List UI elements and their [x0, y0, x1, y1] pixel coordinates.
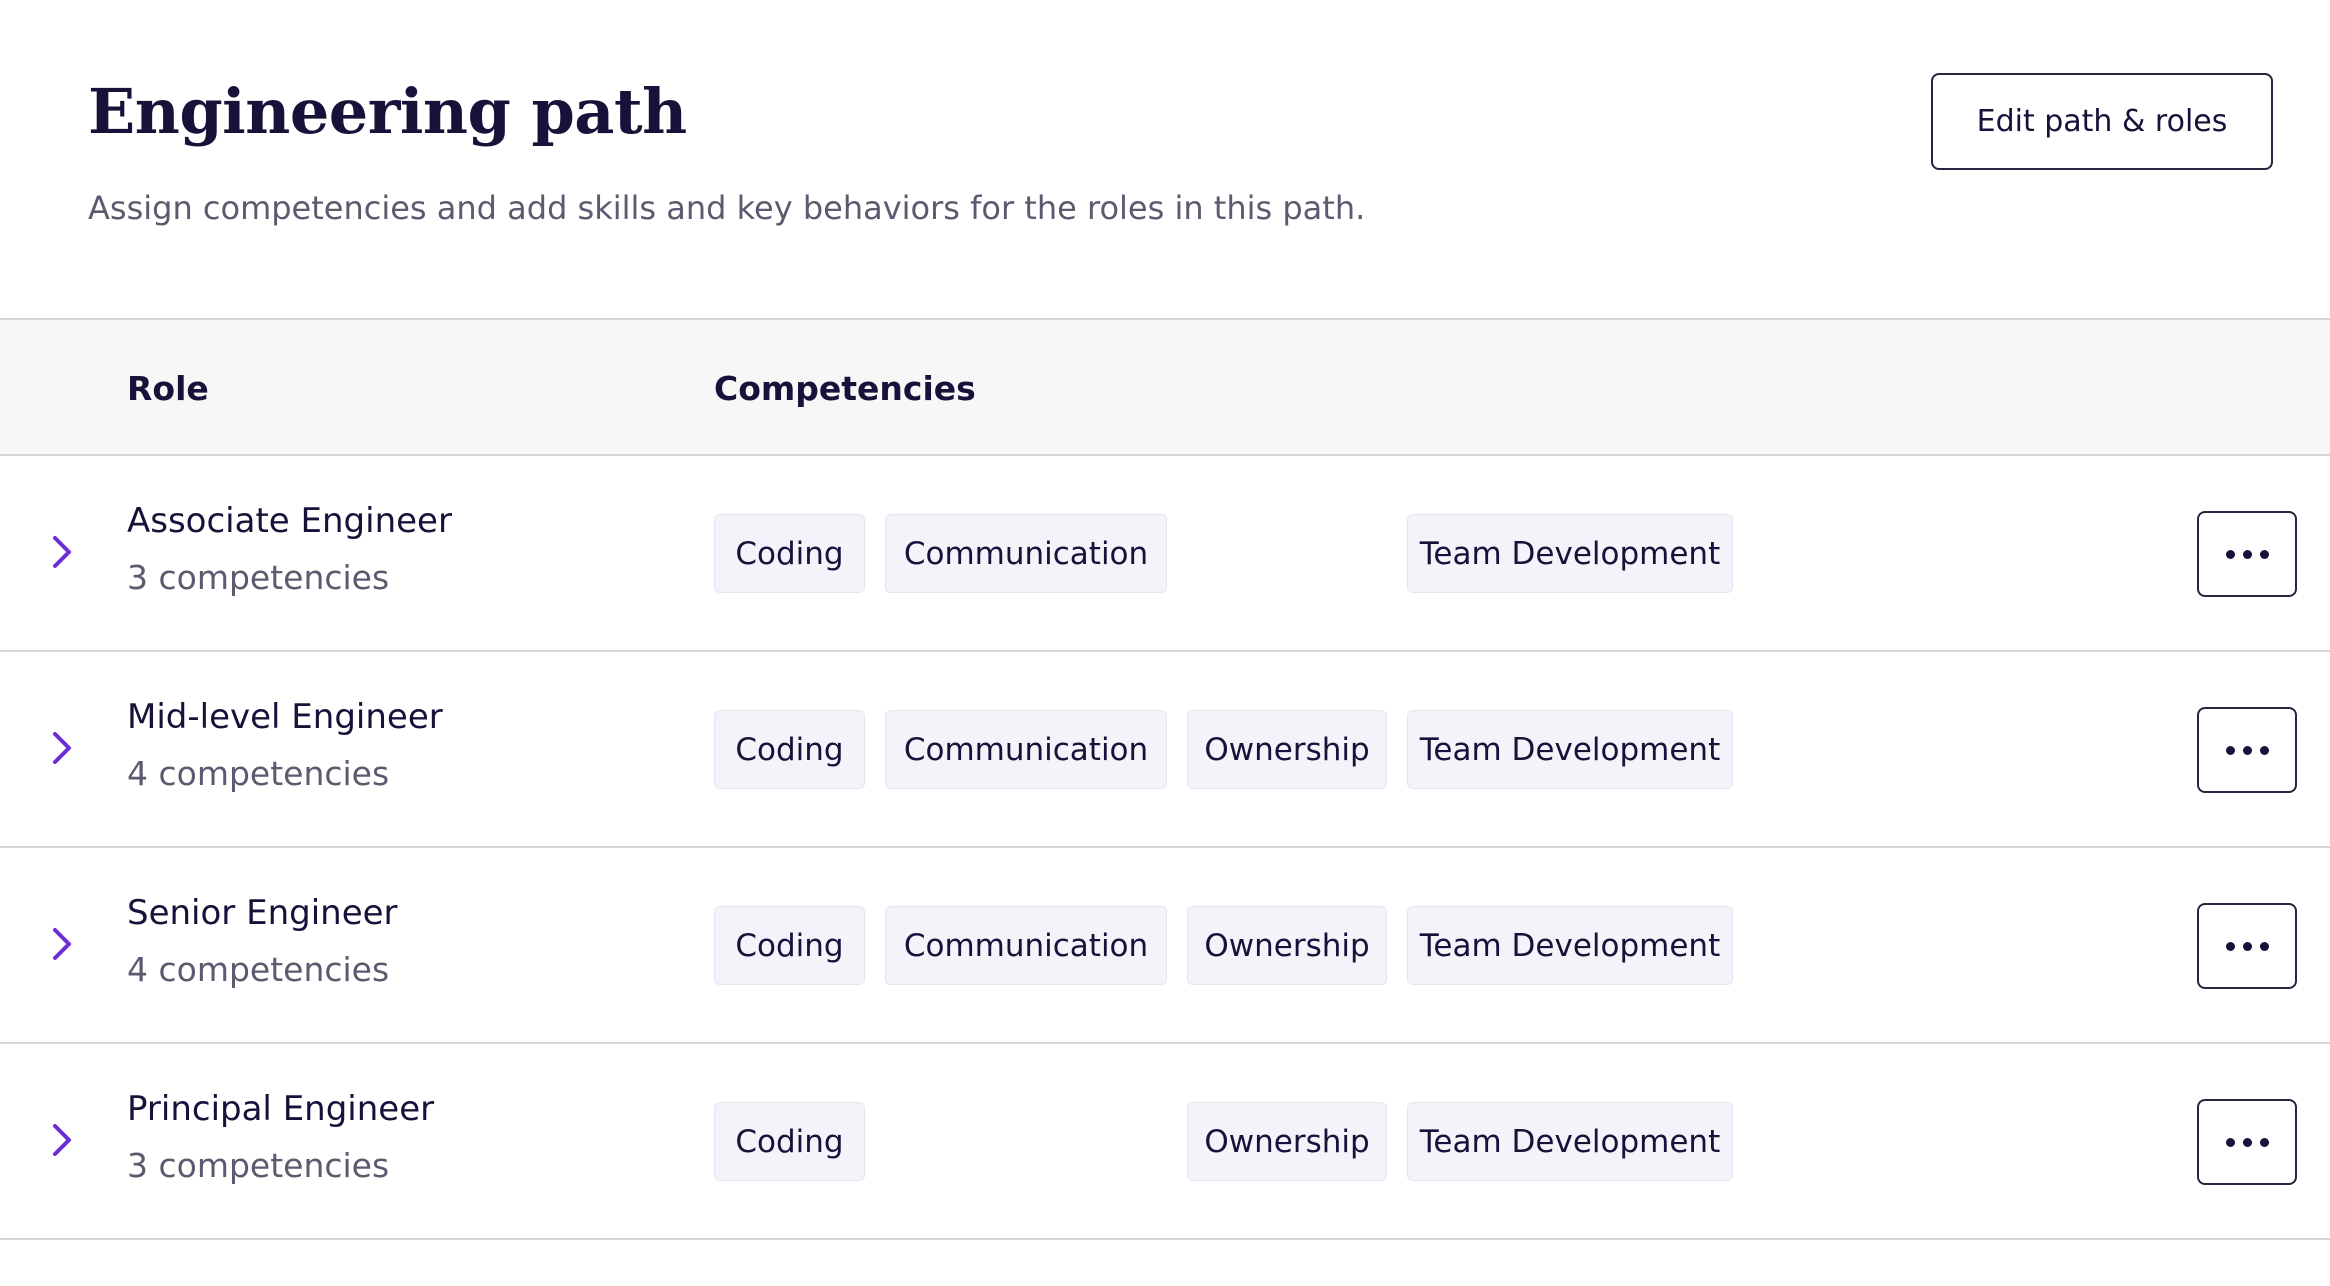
row-more-options-button[interactable]	[2197, 1099, 2297, 1185]
competency-tag-ownership: Ownership	[1187, 906, 1387, 985]
role-name: Associate Engineer	[127, 501, 452, 541]
expand-row-button[interactable]	[44, 1116, 80, 1164]
page-header: Engineering path Assign competencies and…	[0, 0, 2330, 318]
role-name: Principal Engineer	[127, 1089, 435, 1129]
competency-tag-communication: Communication	[885, 710, 1167, 789]
competency-tag-communication: Communication	[885, 514, 1167, 593]
competency-tag-team-development: Team Development	[1407, 1102, 1733, 1181]
table-row: Associate Engineer 3 competencies Coding…	[0, 456, 2330, 652]
competency-tag-coding: Coding	[714, 906, 865, 985]
competency-count: 4 competencies	[127, 950, 390, 989]
competency-tag-ownership: Ownership	[1187, 710, 1387, 789]
competency-tag-team-development: Team Development	[1407, 710, 1733, 789]
expand-row-button[interactable]	[44, 920, 80, 968]
chevron-right-icon	[53, 1124, 71, 1156]
role-name: Mid-level Engineer	[127, 697, 443, 737]
row-more-options-button[interactable]	[2197, 511, 2297, 597]
table-header-row: Role Competencies	[0, 318, 2330, 456]
expand-row-button[interactable]	[44, 724, 80, 772]
expand-row-button[interactable]	[44, 528, 80, 576]
competency-tag-team-development: Team Development	[1407, 514, 1733, 593]
table-row: Mid-level Engineer 4 competencies Coding…	[0, 652, 2330, 848]
competency-tag-coding: Coding	[714, 514, 865, 593]
competency-tag-coding: Coding	[714, 710, 865, 789]
competency-tag-communication: Communication	[885, 906, 1167, 985]
more-horizontal-icon	[2225, 941, 2269, 951]
row-more-options-button[interactable]	[2197, 903, 2297, 989]
competency-count: 3 competencies	[127, 1146, 390, 1185]
competency-tag-ownership: Ownership	[1187, 1102, 1387, 1181]
more-horizontal-icon	[2225, 549, 2269, 559]
column-header-role: Role	[127, 368, 209, 408]
competency-count: 4 competencies	[127, 754, 390, 793]
edit-path-roles-button[interactable]: Edit path & roles	[1931, 73, 2273, 170]
column-header-competencies: Competencies	[714, 368, 976, 408]
competency-tag-coding: Coding	[714, 1102, 865, 1181]
roles-table: Role Competencies Associate Engineer 3 c…	[0, 318, 2330, 1240]
chevron-right-icon	[53, 732, 71, 764]
competency-tag-team-development: Team Development	[1407, 906, 1733, 985]
page-title: Engineering path	[88, 75, 687, 148]
more-horizontal-icon	[2225, 1137, 2269, 1147]
table-row: Principal Engineer 3 competencies Coding…	[0, 1044, 2330, 1240]
table-row: Senior Engineer 4 competencies Coding Co…	[0, 848, 2330, 1044]
role-name: Senior Engineer	[127, 893, 398, 933]
chevron-right-icon	[53, 536, 71, 568]
row-more-options-button[interactable]	[2197, 707, 2297, 793]
page-subtitle: Assign competencies and add skills and k…	[88, 189, 1366, 227]
competency-count: 3 competencies	[127, 558, 390, 597]
chevron-right-icon	[53, 928, 71, 960]
more-horizontal-icon	[2225, 745, 2269, 755]
